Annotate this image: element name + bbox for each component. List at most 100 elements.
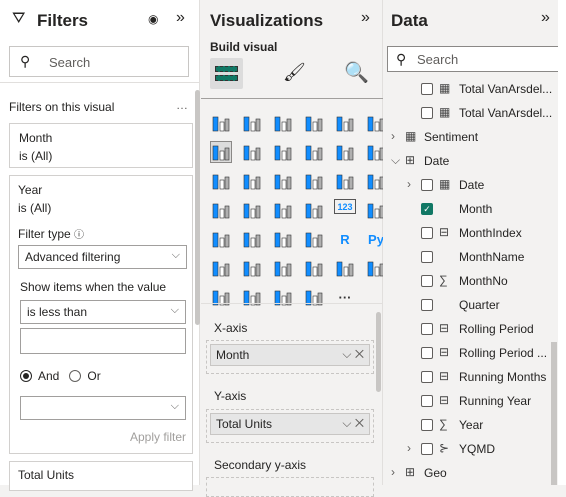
data-scrollbar[interactable] [551, 342, 557, 485]
field-checkbox[interactable]: ✓ [421, 203, 433, 215]
map-icon[interactable] [210, 199, 232, 221]
y-axis-field-pill[interactable]: Total Units ⌵ ✕ [210, 413, 370, 435]
field-item[interactable]: ⊟ Rolling Period [383, 318, 551, 340]
field-item[interactable]: ✓ Month [383, 198, 551, 220]
line-chart-icon[interactable] [210, 141, 232, 163]
field-item[interactable]: MonthName [383, 246, 551, 268]
field-checkbox[interactable] [421, 275, 433, 287]
apply-filter-button[interactable]: Apply filter [130, 430, 186, 444]
y-axis-well[interactable]: Total Units ⌵ ✕ [206, 409, 374, 443]
more-icon[interactable]: ··· [334, 286, 356, 308]
field-item[interactable]: ⊟ MonthIndex [383, 222, 551, 244]
smart-narrative-icon[interactable] [303, 257, 325, 279]
field-item[interactable]: › ▦ Date [383, 174, 551, 196]
field-item[interactable]: ⊟ Running Year [383, 390, 551, 412]
stacked-column-icon[interactable] [241, 112, 263, 134]
build-visual-tab[interactable] [210, 58, 243, 89]
key-influencers-icon[interactable] [210, 257, 232, 279]
viz-scrollbar[interactable] [376, 312, 381, 392]
arrow-visual-icon[interactable] [303, 286, 325, 308]
clustered-bar-icon[interactable] [272, 112, 294, 134]
slicer-icon[interactable] [241, 228, 263, 250]
field-checkbox[interactable] [421, 419, 433, 431]
more-options-icon[interactable]: … [176, 98, 188, 112]
kpi-icon[interactable] [210, 228, 232, 250]
field-item[interactable]: › ▦ Sentiment [383, 126, 551, 148]
waterfall-icon[interactable] [210, 170, 232, 192]
condition-value-input[interactable] [20, 328, 186, 354]
and-radio[interactable] [20, 370, 32, 382]
filter-card-month[interactable]: Month is (All) [9, 123, 193, 168]
chevron-right-icon[interactable]: › [407, 177, 411, 191]
power-apps-icon[interactable] [210, 286, 232, 308]
line-clustered-column-icon[interactable] [334, 141, 356, 163]
stacked-bar-icon[interactable] [210, 112, 232, 134]
goals-icon[interactable] [334, 257, 356, 279]
second-condition-dropdown[interactable]: ⌵ [20, 396, 186, 420]
decomposition-tree-icon[interactable] [241, 257, 263, 279]
filters-scrollbar[interactable] [195, 90, 200, 325]
card-icon[interactable]: 123 [334, 199, 356, 214]
chevron-down-icon[interactable]: ⌵ [342, 347, 351, 361]
filter-card-total-units[interactable]: Total Units [9, 461, 193, 491]
field-checkbox[interactable] [421, 299, 433, 311]
power-automate-icon[interactable] [241, 286, 263, 308]
condition-dropdown[interactable]: is less than ⌵ [20, 300, 186, 324]
pie-icon[interactable] [303, 170, 325, 192]
filled-map-icon[interactable] [241, 199, 263, 221]
100-stacked-bar-icon[interactable] [334, 112, 356, 134]
eye-icon[interactable]: ◉ [148, 12, 158, 26]
field-item[interactable]: › ⊞ Geo [383, 462, 551, 484]
x-axis-well[interactable]: Month ⌵ ✕ [206, 340, 374, 374]
field-checkbox[interactable] [421, 83, 433, 95]
field-checkbox[interactable] [421, 227, 433, 239]
collapse-data-icon[interactable]: » [541, 9, 550, 27]
field-checkbox[interactable] [421, 371, 433, 383]
table-icon[interactable] [272, 228, 294, 250]
line-stacked-column-icon[interactable] [303, 141, 325, 163]
field-item[interactable]: ∑ Year [383, 414, 551, 436]
field-item[interactable]: ⊟ Rolling Period ... [383, 342, 551, 364]
gauge-icon[interactable] [303, 199, 325, 221]
field-item[interactable]: ∑ MonthNo [383, 270, 551, 292]
x-axis-field-pill[interactable]: Month ⌵ ✕ [210, 344, 370, 366]
report-canvas[interactable] [558, 0, 566, 485]
collapse-filters-icon[interactable]: » [176, 9, 185, 27]
remove-field-icon[interactable]: ✕ [355, 416, 364, 430]
power-apps-alt-icon[interactable] [272, 286, 294, 308]
chevron-down-icon[interactable]: ⌵ [342, 416, 351, 430]
data-search-input[interactable]: ⚲ Search [387, 46, 559, 72]
field-item[interactable]: Quarter [383, 294, 551, 316]
analytics-icon[interactable]: 🔍 [344, 60, 369, 85]
field-checkbox[interactable] [421, 179, 433, 191]
field-checkbox[interactable] [421, 323, 433, 335]
funnel-icon[interactable] [241, 170, 263, 192]
azure-map-icon[interactable] [272, 199, 294, 221]
field-item[interactable]: ⊟ Running Months [383, 366, 551, 388]
stacked-area-icon[interactable] [272, 141, 294, 163]
chevron-down-icon[interactable]: ⌵ [391, 153, 400, 168]
clustered-column-icon[interactable] [303, 112, 325, 134]
scatter-icon[interactable] [272, 170, 294, 192]
field-item[interactable]: ▦ Total VanArsdel... [383, 78, 552, 100]
field-item[interactable]: ▦ Total VanArsdel... [383, 102, 552, 124]
area-chart-icon[interactable] [241, 141, 263, 163]
r-visual-icon[interactable]: R [334, 228, 356, 250]
filter-type-dropdown[interactable]: Advanced filtering ⌵ [18, 245, 187, 269]
field-checkbox[interactable] [421, 443, 433, 455]
remove-field-icon[interactable]: ✕ [355, 347, 364, 361]
filters-search-input[interactable]: ⚲ Search [9, 46, 189, 77]
format-visual-icon[interactable]: 🖌 [283, 62, 306, 83]
donut-icon[interactable] [334, 170, 356, 192]
or-radio[interactable] [69, 370, 82, 382]
collapse-viz-icon[interactable]: » [361, 9, 370, 27]
chevron-right-icon[interactable]: › [391, 465, 395, 479]
field-checkbox[interactable] [421, 107, 433, 119]
matrix-icon[interactable] [303, 228, 325, 250]
field-item[interactable]: ⌵ ⊞ Date [383, 150, 551, 172]
qa-icon[interactable] [272, 257, 294, 279]
secondary-y-axis-well[interactable] [206, 477, 374, 497]
field-checkbox[interactable] [421, 251, 433, 263]
field-item[interactable]: › ⊱ YQMD [383, 438, 551, 460]
field-checkbox[interactable] [421, 395, 433, 407]
